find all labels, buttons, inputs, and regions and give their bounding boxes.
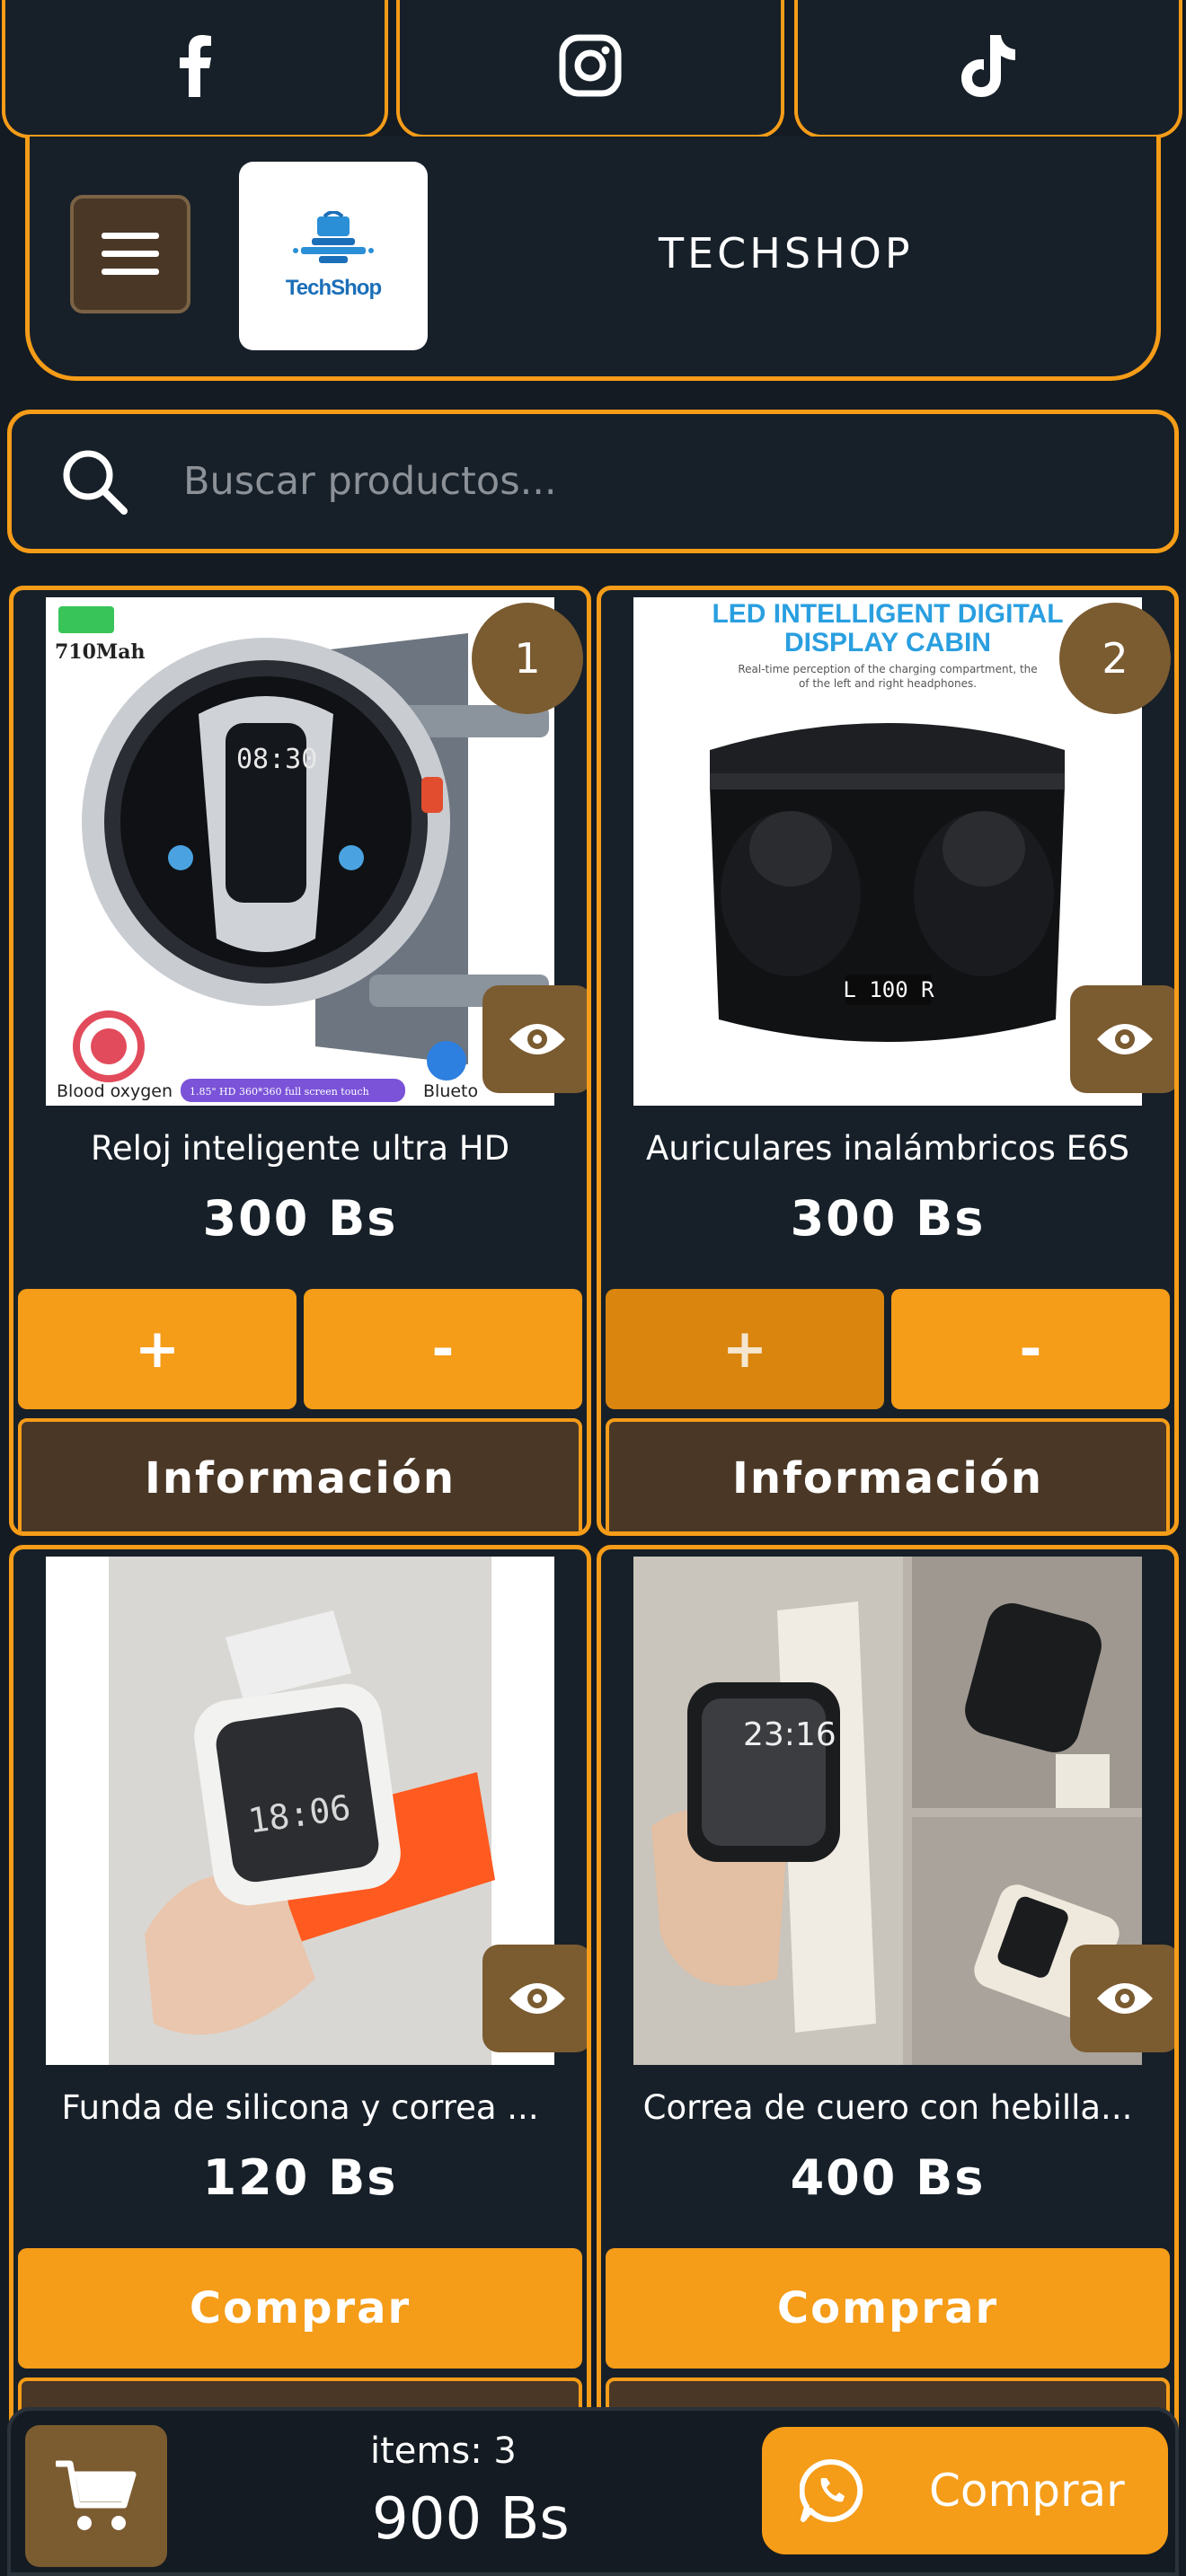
instagram-icon: [559, 34, 622, 97]
cart-icon: [56, 2460, 137, 2530]
cart-bar: items: 3 900 Bs Comprar: [7, 2407, 1179, 2576]
quantity-badge: 2: [1059, 603, 1171, 714]
strap-watch-time: 23:16: [743, 1716, 836, 1753]
social-bar: [0, 0, 1186, 140]
earbuds-subline-2: of the left and right headphones.: [799, 677, 977, 690]
info-button[interactable]: Información: [606, 1418, 1170, 1531]
decrease-quantity-button[interactable]: -: [304, 1289, 582, 1409]
earbuds-headline-2: DISPLAY CABIN: [784, 628, 991, 657]
product-image[interactable]: 23:16: [633, 1557, 1142, 2065]
screen-spec-text: 1.85" HD 360*360 full screen touch: [190, 1086, 369, 1098]
info-button[interactable]: Información: [18, 1418, 582, 1531]
whatsapp-icon: [800, 2458, 863, 2522]
quick-view-button[interactable]: [482, 985, 587, 1093]
hamburger-icon: [102, 233, 159, 275]
leather-strap-image: 23:16: [633, 1557, 1142, 2065]
product-name: Auriculares inalámbricos E6S: [646, 1129, 1129, 1168]
cart-button[interactable]: [25, 2425, 167, 2567]
product-card: LED INTELLIGENT DIGITAL DISPLAY CABIN Re…: [597, 586, 1179, 1536]
techshop-logo-icon: [293, 211, 374, 263]
brand-title: TECHSHOP: [659, 229, 914, 278]
blood-oxygen-text: Blood oxygen: [57, 1081, 173, 1101]
battery-text: 710Mah: [55, 640, 146, 664]
search-icon: [63, 450, 128, 515]
menu-button[interactable]: [70, 195, 190, 313]
instagram-button[interactable]: [396, 0, 784, 138]
decrease-quantity-button[interactable]: -: [891, 1289, 1170, 1409]
eye-icon: [1097, 1024, 1153, 1054]
eye-icon: [1097, 1983, 1153, 2014]
bluetooth-text: Blueto: [423, 1081, 478, 1101]
facebook-button[interactable]: [2, 0, 388, 138]
checkout-label: Comprar: [929, 2465, 1125, 2517]
tiktok-icon: [961, 35, 1015, 97]
quick-view-button[interactable]: [1070, 1945, 1174, 2052]
earbuds-subline-1: Real-time perception of the charging com…: [738, 663, 1037, 675]
product-image[interactable]: 18:06: [46, 1557, 554, 2065]
quantity-badge: 1: [472, 603, 583, 714]
quick-view-button[interactable]: [1070, 985, 1174, 1093]
facebook-icon: [180, 35, 211, 97]
product-name: Reloj inteligente ultra HD: [90, 1129, 510, 1168]
quick-view-button[interactable]: [482, 1945, 587, 2052]
logo-text: TechShop: [285, 276, 382, 300]
buy-button[interactable]: Comprar: [18, 2248, 582, 2369]
product-card: 710Mah 08:30 Blood oxygen 1.85" HD 360*3…: [9, 586, 591, 1536]
cart-total: 900 Bs: [372, 2486, 570, 2553]
dial-time-text: 08:30: [236, 744, 317, 775]
product-name: Correa de cuero con hebilla...: [642, 2088, 1133, 2127]
earbuds-display-text: L 100 R: [843, 977, 934, 1002]
search-input[interactable]: [183, 459, 992, 504]
product-price: 400 Bs: [790, 2149, 986, 2206]
product-price: 300 Bs: [202, 1190, 398, 1247]
header: TechShop TECHSHOP: [25, 137, 1161, 381]
increase-quantity-button[interactable]: +: [18, 1289, 296, 1409]
logo[interactable]: TechShop: [239, 162, 428, 350]
eye-icon: [509, 1983, 565, 2014]
product-price: 300 Bs: [790, 1190, 986, 1247]
product-price: 120 Bs: [202, 2149, 398, 2206]
search-bar: [7, 410, 1179, 553]
cart-items-count: items: 3: [370, 2430, 517, 2472]
eye-icon: [509, 1024, 565, 1054]
buy-button[interactable]: Comprar: [606, 2248, 1170, 2369]
earbuds-headline-1: LED INTELLIGENT DIGITAL: [712, 599, 1063, 629]
silicone-case-image: 18:06: [46, 1557, 554, 2065]
increase-quantity-button[interactable]: +: [606, 1289, 884, 1409]
whatsapp-checkout-button[interactable]: Comprar: [762, 2427, 1168, 2554]
product-name: Funda de silicona y correa ...: [61, 2088, 539, 2127]
tiktok-button[interactable]: [794, 0, 1182, 138]
